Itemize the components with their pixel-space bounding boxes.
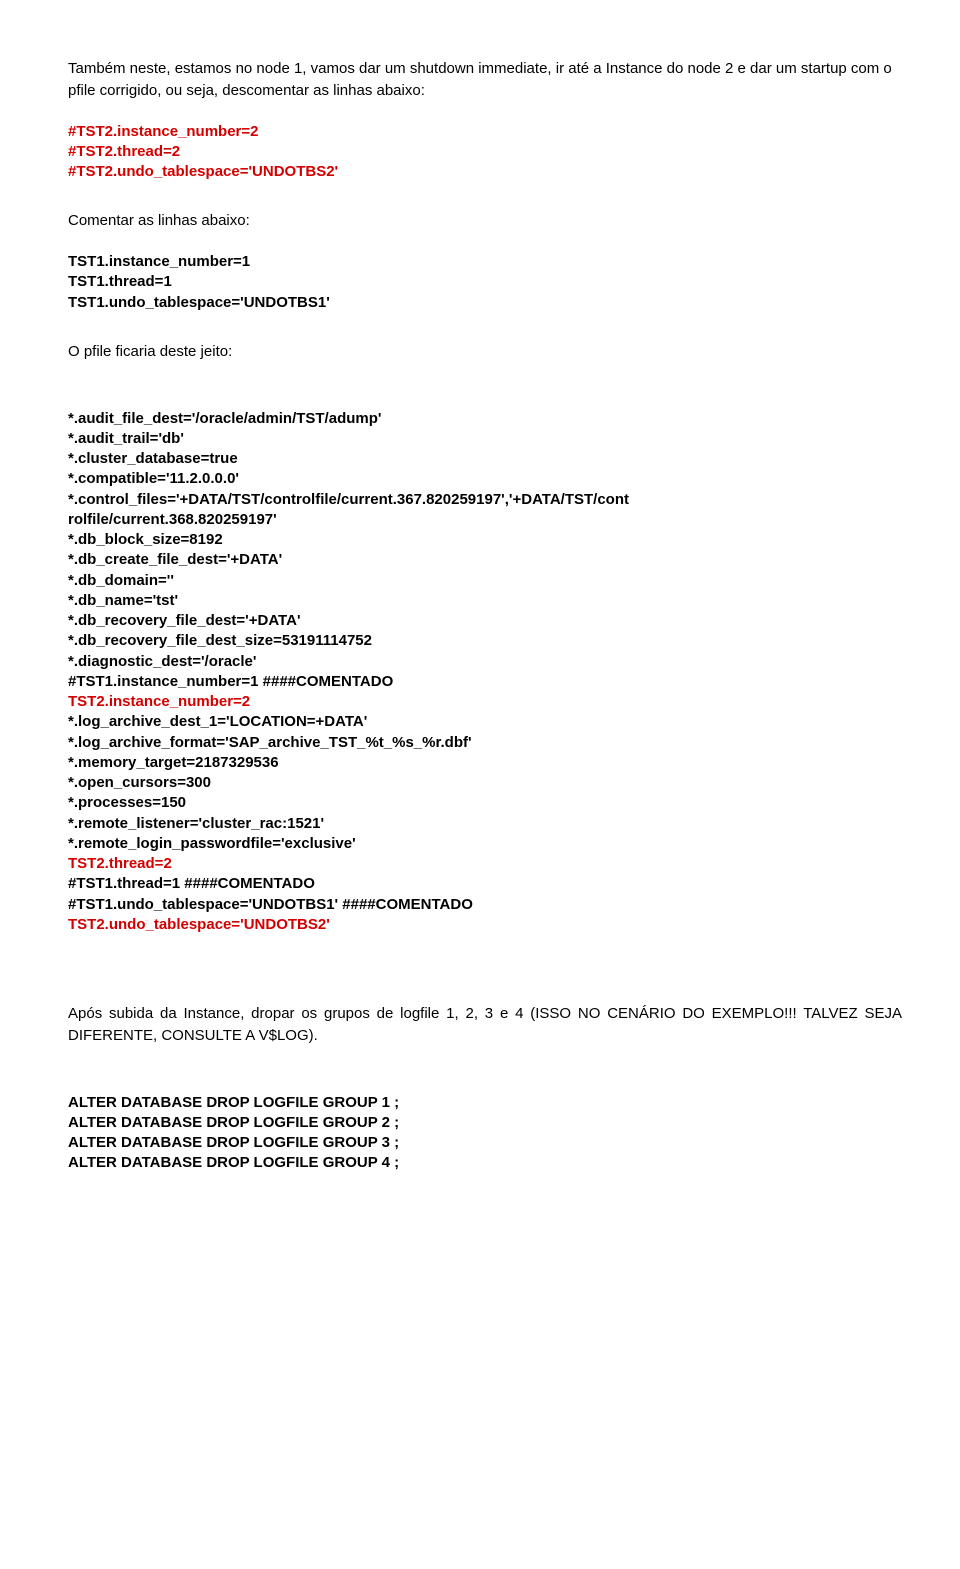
intro-paragraph: Também neste, estamos no node 1, vamos d… [68, 58, 902, 102]
pfile-line: *.audit_trail='db' [68, 429, 902, 449]
pfile-line: *.db_recovery_file_dest_size=53191114752 [68, 631, 902, 651]
pfile-line: #TST1.thread=1 ####COMENTADO [68, 874, 902, 894]
alter-line-2: ALTER DATABASE DROP LOGFILE GROUP 2 ; [68, 1113, 902, 1133]
pfile-line-highlight: TST2.thread=2 [68, 854, 902, 874]
alter-block: ALTER DATABASE DROP LOGFILE GROUP 1 ; AL… [68, 1093, 902, 1174]
uncomment-line-1: #TST2.instance_number=2 [68, 122, 902, 142]
comment-line-2: TST1.thread=1 [68, 272, 902, 292]
pfile-line: rolfile/current.368.820259197' [68, 510, 902, 530]
uncomment-line-3: #TST2.undo_tablespace='UNDOTBS2' [68, 162, 902, 182]
pfile-line: *.db_domain='' [68, 571, 902, 591]
pfile-line: *.db_name='tst' [68, 591, 902, 611]
pfile-line: *.remote_listener='cluster_rac:1521' [68, 814, 902, 834]
pfile-line: *.db_create_file_dest='+DATA' [68, 550, 902, 570]
pfile-line-highlight: TST2.undo_tablespace='UNDOTBS2' [68, 915, 902, 935]
pfile-line: *.remote_login_passwordfile='exclusive' [68, 834, 902, 854]
drop-logfile-paragraph: Após subida da Instance, dropar os grupo… [68, 1003, 902, 1047]
alter-line-4: ALTER DATABASE DROP LOGFILE GROUP 4 ; [68, 1153, 902, 1173]
uncomment-lines-block: #TST2.instance_number=2 #TST2.thread=2 #… [68, 122, 902, 183]
comment-line-1: TST1.instance_number=1 [68, 252, 902, 272]
uncomment-line-2: #TST2.thread=2 [68, 142, 902, 162]
pfile-line: *.diagnostic_dest='/oracle' [68, 652, 902, 672]
pfile-line: *.processes=150 [68, 793, 902, 813]
alter-line-3: ALTER DATABASE DROP LOGFILE GROUP 3 ; [68, 1133, 902, 1153]
pfile-line: *.log_archive_dest_1='LOCATION=+DATA' [68, 712, 902, 732]
alter-line-1: ALTER DATABASE DROP LOGFILE GROUP 1 ; [68, 1093, 902, 1113]
pfile-line: *.cluster_database=true [68, 449, 902, 469]
pfile-line: #TST1.undo_tablespace='UNDOTBS1' ####COM… [68, 895, 902, 915]
pfile-line: *.db_recovery_file_dest='+DATA' [68, 611, 902, 631]
pfile-line-highlight: TST2.instance_number=2 [68, 692, 902, 712]
pfile-line: *.open_cursors=300 [68, 773, 902, 793]
pfile-line: *.audit_file_dest='/oracle/admin/TST/adu… [68, 409, 902, 429]
comment-heading: Comentar as linhas abaixo: [68, 210, 902, 232]
pfile-line: *.db_block_size=8192 [68, 530, 902, 550]
pfile-block: *.audit_file_dest='/oracle/admin/TST/adu… [68, 409, 902, 936]
pfile-line: *.compatible='11.2.0.0.0' [68, 469, 902, 489]
comment-lines-block: TST1.instance_number=1 TST1.thread=1 TST… [68, 252, 902, 313]
pfile-heading: O pfile ficaria deste jeito: [68, 341, 902, 363]
pfile-line: *.log_archive_format='SAP_archive_TST_%t… [68, 733, 902, 753]
pfile-line: *.memory_target=2187329536 [68, 753, 902, 773]
pfile-line: *.control_files='+DATA/TST/controlfile/c… [68, 490, 902, 510]
comment-line-3: TST1.undo_tablespace='UNDOTBS1' [68, 293, 902, 313]
pfile-line: #TST1.instance_number=1 ####COMENTADO [68, 672, 902, 692]
